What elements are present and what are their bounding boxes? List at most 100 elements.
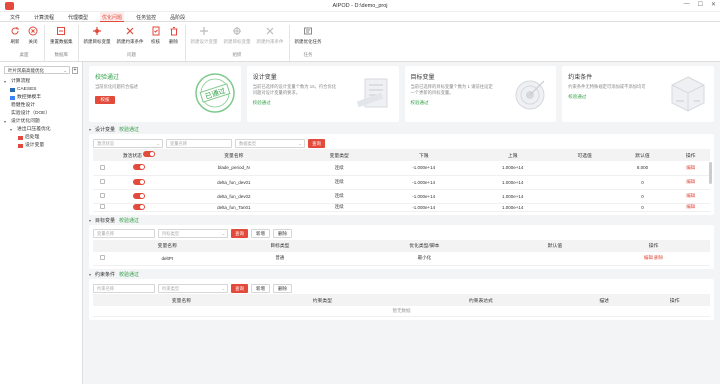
row-active-toggle[interactable]: [133, 192, 145, 199]
delete-button[interactable]: 删除: [166, 25, 182, 51]
menu-task-monitor[interactable]: 任务监控: [134, 12, 158, 22]
col-select: [93, 294, 111, 306]
target-section-header[interactable]: ▾ 目标变量 校验通过: [89, 216, 714, 225]
tree-item-label: 进出口压差优化: [17, 127, 51, 132]
new-constraint-button[interactable]: 新建约束条件: [115, 25, 146, 51]
target-var-card-desc: 当前已选择的目标变量个数为 1 请前往设定一个更新的目标变量。: [410, 84, 493, 95]
menu-optimization[interactable]: 优化问题: [100, 11, 125, 22]
project-select-value: 叶片风扇高能优化: [8, 68, 44, 73]
new-design-var-button[interactable]: 新建设计变量: [189, 25, 220, 51]
col-upper: 上限: [469, 149, 556, 161]
row-active-toggle[interactable]: [133, 203, 145, 210]
data-type-select[interactable]: 数据类型 ⌄: [235, 138, 305, 148]
row-checkbox[interactable]: [99, 193, 105, 198]
menu-stage[interactable]: 品阶段: [168, 12, 187, 22]
target-type-select[interactable]: 目标类型 ⌄: [158, 229, 228, 238]
table-row[interactable]: blade_period_N 连续 -1.000e+14 1.000e+14 8…: [93, 161, 710, 176]
chevron-down-icon: ⌄: [221, 285, 225, 291]
tree-item-optimization[interactable]: ▾ 设计优化问题: [4, 118, 78, 126]
card-check-button[interactable]: 校核: [95, 96, 115, 104]
reset-dataset-button[interactable]: 重置数据集: [48, 25, 75, 51]
constraint-query-button[interactable]: 查询: [231, 283, 248, 293]
check-button[interactable]: 校核: [148, 25, 164, 51]
constraint-add-button[interactable]: 新增: [251, 283, 270, 293]
tree-item-label: 数控弹模丰: [17, 95, 41, 100]
menu-workflow[interactable]: 计算流程: [32, 12, 56, 22]
col-opt-type: 优化类型/脚本: [336, 239, 513, 252]
delete-link[interactable]: 删除: [654, 255, 663, 260]
chevron-down-icon: ▾: [89, 272, 92, 277]
minimize-button[interactable]: —: [684, 1, 690, 8]
target-name-input[interactable]: 变量名称: [93, 229, 155, 238]
table-row[interactable]: delta_fun_dev02 连续 -1.000e+14 1.000e+14 …: [93, 189, 710, 204]
row-checkbox[interactable]: [99, 179, 105, 184]
ribbon-group-database: 重置数据集 数据库: [45, 25, 79, 61]
tree-item-cnc[interactable]: 数控弹模丰: [4, 94, 78, 102]
tree-item-pressure[interactable]: ▾ 进出口压差优化: [4, 126, 78, 134]
row-active-toggle[interactable]: [133, 178, 145, 185]
new-target-button[interactable]: 新建目标变量: [82, 25, 113, 51]
chevron-down-icon: ⌄: [156, 140, 160, 146]
target-section-status: 校验通过: [119, 217, 140, 224]
row-checkbox[interactable]: [99, 255, 105, 261]
edit-link[interactable]: 编辑: [644, 255, 653, 260]
edit-link[interactable]: 编辑: [671, 175, 710, 190]
tree-item-postprocess[interactable]: 后处理: [4, 134, 78, 142]
tree-item-label: 计算流程: [11, 79, 31, 84]
tree-item-workflow[interactable]: ▾ 计算流程: [4, 78, 78, 86]
tree-item-doe[interactable]: 实验设计（DOE）: [4, 110, 78, 118]
cell-name: blade_period_N: [167, 161, 301, 176]
target-query-button[interactable]: 查询: [231, 229, 248, 238]
row-checkbox[interactable]: [99, 204, 105, 209]
cell-default: 0: [613, 175, 672, 190]
var-name-input[interactable]: 变量名称: [166, 138, 232, 148]
close-button[interactable]: 关闭: [25, 25, 41, 51]
design-panel: 激活状态 ⌄ 变量名称 数据类型 ⌄ 查询 激活状态 变量名称 变量类型 下限 上限…: [89, 134, 714, 215]
edit-link[interactable]: 编辑: [671, 161, 710, 176]
design-query-button[interactable]: 查询: [308, 138, 325, 148]
design-section-header[interactable]: ▾ 设计变量 校验通过: [89, 125, 714, 134]
tree-item-caeses[interactable]: CAESES: [4, 86, 78, 94]
maximize-button[interactable]: ☐: [698, 1, 703, 8]
row-active-toggle[interactable]: [133, 164, 145, 171]
constraint-table: 变量名称 约束类型 约束表达式 描述 操作 暂无数据: [93, 294, 710, 317]
new-task-button[interactable]: 新建优化任务: [293, 25, 324, 51]
table-row[interactable]: delta_fun_Tan01 连续 -1.000e+14 1.000e+14 …: [93, 203, 710, 212]
constraint-name-input[interactable]: 约束名称: [93, 283, 155, 293]
tree-item-robust[interactable]: 稳健性设计: [4, 102, 78, 110]
cell-name: delta_fun_dev01: [167, 175, 301, 190]
table-scrollbar[interactable]: [709, 162, 712, 184]
tree-item-label: 后处理: [25, 135, 40, 140]
project-select[interactable]: 叶片风扇高能优化 ⌄: [4, 66, 70, 74]
reset-icon: [56, 26, 66, 36]
table-row[interactable]: delta_fun_dev01 连续 -1.000e+14 1.000e+14 …: [93, 175, 710, 190]
new-target-var-button[interactable]: 新建目标变量: [222, 25, 253, 51]
row-checkbox[interactable]: [99, 164, 105, 170]
main-content: 校验通过 当前优化问题符合描述 校核 已通过 设计变量 当前已选择的设计变量个数…: [83, 62, 720, 384]
col-desc: 描述: [568, 294, 640, 306]
table-row[interactable]: deltPt 普通 最小化 编辑 删除: [93, 251, 710, 266]
constraint-type-select[interactable]: 约束类型 ⌄: [158, 283, 228, 293]
target-var-card: 目标变量 当前已选择的目标变量个数为 1 请前往设定一个更新的目标变量。 校验通…: [404, 66, 557, 122]
refresh-button[interactable]: 刷新: [7, 25, 23, 51]
close-window-button[interactable]: ✕: [711, 1, 716, 8]
menu-surrogate[interactable]: 代理模型: [66, 12, 90, 22]
edit-link[interactable]: 编辑: [671, 203, 710, 212]
target-add-button[interactable]: 新增: [251, 229, 270, 238]
tree-item-label: CAESES: [17, 87, 37, 92]
delete-icon: [169, 26, 179, 36]
active-state-select[interactable]: 激活状态 ⌄: [93, 138, 163, 148]
edit-link[interactable]: 编辑: [671, 189, 710, 204]
cell-opt-type: 最小化: [336, 251, 513, 266]
active-all-toggle[interactable]: [143, 151, 156, 157]
tree-item-design-var[interactable]: 设计变量: [4, 142, 78, 150]
target-delete-button[interactable]: 删除: [273, 229, 292, 238]
constraint-section-header[interactable]: ▾ 约束条件 校验通过: [89, 270, 714, 279]
add-project-button[interactable]: +: [72, 66, 78, 74]
tree-item-label: 设计优化问题: [11, 119, 40, 124]
col-op: 操作: [597, 239, 710, 252]
menu-file[interactable]: 文件: [8, 12, 22, 22]
constraint-delete-button[interactable]: 删除: [273, 283, 292, 293]
new-constraint-var-button[interactable]: 新建约束条件: [255, 25, 286, 51]
col-target-type: 目标类型: [223, 239, 337, 252]
